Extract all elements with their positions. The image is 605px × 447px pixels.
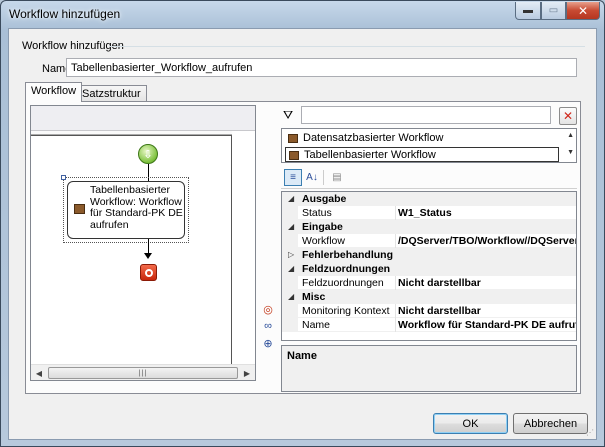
scroll-down-icon[interactable]: ▼: [567, 149, 574, 156]
expand-triangle-icon[interactable]: ▷: [288, 248, 294, 262]
collapse-triangle-icon[interactable]: ◢: [288, 220, 294, 234]
property-value[interactable]: /DQServer/TBO/Workflow//DQServer: [398, 234, 576, 248]
collapse-triangle-icon[interactable]: ◢: [288, 192, 294, 206]
collapse-triangle-icon[interactable]: ◢: [288, 262, 294, 276]
zoom-icon[interactable]: ◎: [261, 302, 275, 316]
list-item[interactable]: Datensatzbasierter Workflow: [285, 131, 559, 146]
tab-panel-workflow: ⇩ Tabellenbasierter Workflow: Workflow f…: [25, 101, 581, 394]
property-value[interactable]: Nicht darstellbar: [398, 304, 576, 318]
name-input[interactable]: [66, 58, 577, 77]
dialog-client-area: Workflow hinzufügen Name Workflow Satzst…: [8, 28, 597, 440]
description-pane: Name: [281, 345, 577, 392]
property-category[interactable]: ▷ Fehlerbehandlung: [282, 248, 576, 262]
property-pages-button[interactable]: ▤: [328, 169, 346, 186]
property-row[interactable]: Name Workflow für Standard-PK DE aufrufen: [282, 318, 576, 332]
workflow-box-icon: [289, 151, 299, 160]
category-label: Fehlerbehandlung: [302, 249, 394, 261]
column-divider: [395, 304, 396, 318]
scroll-up-icon[interactable]: ▲: [567, 132, 574, 139]
dialog-window: Workflow hinzufügen ▬ ▭ ✕ Workflow hinzu…: [0, 0, 605, 447]
resize-grip-icon[interactable]: ⋰: [586, 428, 594, 437]
workflow-task-node[interactable]: Tabellenbasierter Workflow: Workflow für…: [67, 181, 185, 239]
designer-canvas[interactable]: ⇩ Tabellenbasierter Workflow: Workflow f…: [31, 106, 255, 364]
workflow-designer[interactable]: ⇩ Tabellenbasierter Workflow: Workflow f…: [30, 105, 256, 381]
list-item-selected[interactable]: Tabellenbasierter Workflow: [285, 147, 559, 162]
start-node[interactable]: ⇩: [138, 144, 158, 164]
property-key: Monitoring Kontext: [302, 305, 390, 317]
column-divider: [395, 276, 396, 290]
filter-input[interactable]: [301, 106, 551, 124]
category-label: Misc: [302, 291, 326, 303]
property-row[interactable]: Monitoring Kontext Nicht darstellbar: [282, 304, 576, 318]
minimize-button[interactable]: ▬: [515, 2, 541, 20]
workflow-box-icon: [288, 134, 298, 143]
close-button[interactable]: ✕: [566, 2, 600, 20]
designer-top-pane: [31, 106, 255, 131]
categorized-view-button[interactable]: ≡: [284, 169, 302, 186]
clear-filter-button[interactable]: ✕: [559, 107, 577, 125]
row-gutter: [282, 304, 298, 318]
column-divider: [395, 206, 396, 220]
category-label: Feldzuordnungen: [302, 263, 391, 275]
properties-panel: ⛛ ✕ Datensatzbasierter Workflow Tabellen…: [281, 105, 577, 392]
scroll-right-icon[interactable]: ▶: [239, 365, 255, 381]
title-bar[interactable]: Workflow hinzufügen ▬ ▭ ✕: [1, 1, 604, 27]
workflow-type-list[interactable]: Datensatzbasierter Workflow Tabellenbasi…: [281, 128, 577, 163]
tab-workflow[interactable]: Workflow: [25, 82, 83, 102]
alphabetical-sort-button[interactable]: A↓: [303, 169, 321, 186]
row-gutter: [282, 234, 298, 248]
description-title: Name: [287, 350, 317, 362]
column-divider: [395, 234, 396, 248]
workflow-box-icon: [74, 204, 85, 214]
property-value[interactable]: Nicht darstellbar: [398, 276, 576, 290]
end-stop-icon: [144, 268, 153, 277]
property-category[interactable]: ◢ Misc: [282, 290, 576, 304]
end-node[interactable]: [140, 264, 157, 281]
row-gutter: [282, 276, 298, 290]
filter-icon: ⛛: [283, 108, 294, 122]
window-title: Workflow hinzufügen: [9, 7, 121, 21]
scroll-grip: |||: [138, 369, 148, 377]
selection-handle[interactable]: [61, 175, 66, 180]
row-gutter: [282, 206, 298, 220]
property-key: Feldzuordnungen: [302, 277, 384, 289]
start-arrow-icon: ⇩: [143, 148, 153, 161]
property-category[interactable]: ◢ Eingabe: [282, 220, 576, 234]
property-key: Status: [302, 207, 332, 219]
property-key: Workflow: [302, 235, 345, 247]
list-item-label: Tabellenbasierter Workflow: [304, 149, 436, 161]
property-category[interactable]: ◢ Ausgabe: [282, 192, 576, 206]
task-node-label: Tabellenbasierter Workflow: Workflow für…: [90, 184, 183, 231]
property-row[interactable]: Feldzuordnungen Nicht darstellbar: [282, 276, 576, 290]
property-value[interactable]: W1_Status: [398, 206, 576, 220]
arrow-head-icon: [144, 253, 152, 259]
maximize-button[interactable]: ▭: [541, 2, 566, 20]
category-label: Ausgabe: [302, 193, 347, 205]
property-row[interactable]: Status W1_Status: [282, 206, 576, 220]
list-item-label: Datensatzbasierter Workflow: [303, 132, 444, 144]
column-divider: [395, 318, 396, 332]
pan-icon[interactable]: ⊕: [261, 336, 275, 350]
property-grid[interactable]: ◢ Ausgabe Status W1_Status ◢ Eingabe Workflow /…: [281, 191, 577, 341]
property-value[interactable]: Workflow für Standard-PK DE aufrufen: [398, 318, 576, 332]
toolbar-separator: [323, 170, 324, 185]
category-label: Eingabe: [302, 221, 343, 233]
group-divider: [109, 46, 585, 47]
property-category[interactable]: ◢ Feldzuordnungen: [282, 262, 576, 276]
property-toolbar: ≡ A↓ ▤: [281, 167, 577, 189]
horizontal-scrollbar[interactable]: ◀ ||| ▶: [31, 364, 255, 380]
property-row[interactable]: Workflow/DQServer/TBO/Workflow//DQServer: [282, 234, 576, 248]
property-key: Name: [302, 319, 331, 331]
binoculars-icon[interactable]: ∞: [261, 319, 275, 333]
row-gutter: [282, 318, 298, 332]
ok-button[interactable]: OK: [433, 413, 508, 434]
collapse-triangle-icon[interactable]: ◢: [288, 290, 294, 304]
designer-frame: [31, 135, 232, 364]
cancel-button[interactable]: Abbrechen: [513, 413, 588, 434]
scroll-left-icon[interactable]: ◀: [31, 365, 47, 381]
scrollbar-thumb[interactable]: |||: [48, 367, 238, 379]
